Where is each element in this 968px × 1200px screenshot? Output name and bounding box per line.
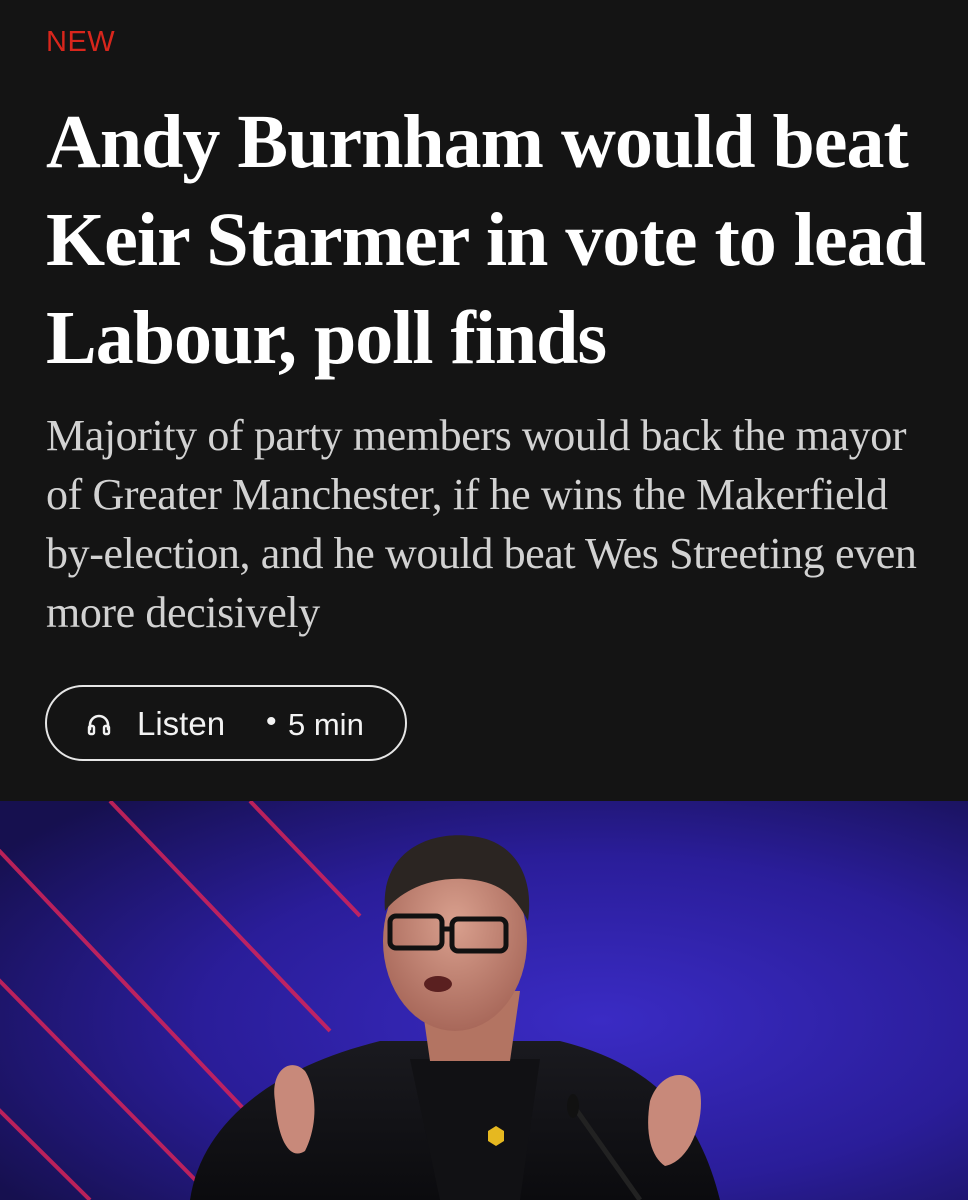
article-header: NEW Andy Burnham would beat Keir Starmer… [0, 0, 968, 801]
headphones-icon [87, 714, 111, 736]
listen-label: Listen [137, 705, 226, 742]
hero-photo[interactable] [0, 801, 968, 1200]
headline[interactable]: Andy Burnham would beat Keir Starmer in … [46, 93, 926, 387]
new-tag: NEW [46, 26, 116, 58]
listen-button[interactable]: Listen • 5 min [45, 685, 407, 761]
standfirst: Majority of party members would back the… [46, 411, 917, 637]
separator-dot: • [266, 705, 277, 738]
listen-duration: 5 min [288, 707, 364, 742]
